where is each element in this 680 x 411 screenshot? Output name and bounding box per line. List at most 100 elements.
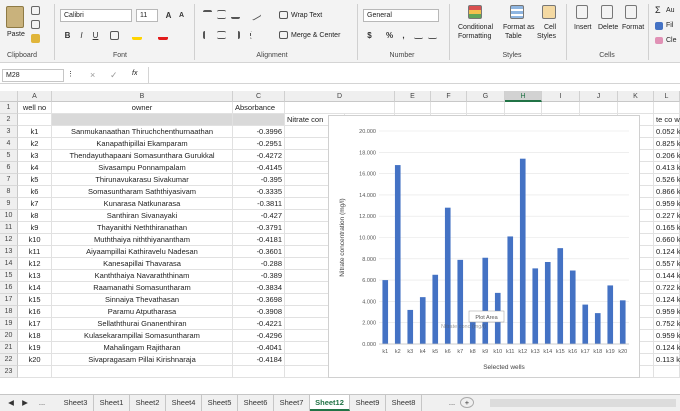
horizontal-scrollbar[interactable] xyxy=(490,399,676,407)
row-header-12[interactable]: 12 xyxy=(0,234,18,246)
row-header-6[interactable]: 6 xyxy=(0,162,18,174)
owner-cell[interactable]: Raamanathi Somasuntharam xyxy=(52,282,233,294)
absorbance-cell[interactable]: -0.4184 xyxy=(233,354,285,366)
format-button[interactable]: Format xyxy=(622,24,644,31)
row-header-13[interactable]: 13 xyxy=(0,246,18,258)
well-no-cell[interactable]: k5 xyxy=(18,174,52,186)
owner-cell[interactable]: Sinnaiya Thevathasan xyxy=(52,294,233,306)
autosum-button[interactable]: Au xyxy=(666,7,675,14)
column-header-e[interactable]: E xyxy=(395,91,431,102)
owner-cell[interactable]: Paramu Atputharasa xyxy=(52,306,233,318)
currency-button[interactable]: $ xyxy=(364,30,375,41)
absorbance-cell[interactable]: -0.3698 xyxy=(233,294,285,306)
absorbance-cell[interactable]: -0.4296 xyxy=(233,330,285,342)
well-no-cell[interactable]: k11 xyxy=(18,246,52,258)
absorbance-cell[interactable]: -0.3811 xyxy=(233,198,285,210)
owner-cell[interactable]: Kanesapillai Thavarasa xyxy=(52,258,233,270)
column-header-l[interactable]: L xyxy=(654,91,680,102)
absorbance-cell[interactable]: -0.3908 xyxy=(233,306,285,318)
bold-button[interactable]: B xyxy=(62,30,73,41)
nitrate-value-cell[interactable]: 0.722 k14 xyxy=(654,282,680,294)
delete-button[interactable]: Delete xyxy=(598,24,618,31)
owner-cell[interactable]: Sivapragasam Pillai Kirishnaraja xyxy=(52,354,233,366)
shaded-cell[interactable] xyxy=(52,114,233,126)
font-color-icon[interactable] xyxy=(158,31,168,40)
nitrate-value-cell[interactable]: 0.959 k18 xyxy=(654,330,680,342)
increase-decimal-icon[interactable] xyxy=(414,32,423,39)
absorbance-cell[interactable]: -0.3834 xyxy=(233,282,285,294)
grid-cell[interactable] xyxy=(467,102,505,114)
well-no-cell[interactable]: k12 xyxy=(18,258,52,270)
row-header-5[interactable]: 5 xyxy=(0,150,18,162)
sheet-tab-sheet3[interactable]: Sheet3 xyxy=(58,395,94,411)
row-header-1[interactable]: 1 xyxy=(0,102,18,114)
owner-cell[interactable]: Sanmukanaathan Thiruchchenthurnaathan xyxy=(52,126,233,138)
well-no-cell[interactable]: k9 xyxy=(18,222,52,234)
row-header-9[interactable]: 9 xyxy=(0,198,18,210)
insert-function-icon[interactable]: fx xyxy=(132,70,137,77)
row-header-16[interactable]: 16 xyxy=(0,282,18,294)
row-header-20[interactable]: 20 xyxy=(0,330,18,342)
row-header-7[interactable]: 7 xyxy=(0,174,18,186)
row-header-10[interactable]: 10 xyxy=(0,210,18,222)
paste-icon[interactable] xyxy=(6,6,24,28)
row-header-18[interactable]: 18 xyxy=(0,306,18,318)
well-no-cell[interactable]: k7 xyxy=(18,198,52,210)
font-size-select[interactable]: 11 xyxy=(136,9,158,22)
nitrate-value-cell[interactable]: 0.866 k6 xyxy=(654,186,680,198)
absorbance-cell[interactable]: -0.4272 xyxy=(233,150,285,162)
cell-styles-button[interactable]: Cell xyxy=(544,24,556,31)
grid-cell[interactable] xyxy=(18,366,52,378)
row-header-4[interactable]: 4 xyxy=(0,138,18,150)
absorbance-cell[interactable]: -0.4145 xyxy=(233,162,285,174)
well-no-cell[interactable]: k6 xyxy=(18,186,52,198)
borders-icon[interactable] xyxy=(110,31,119,40)
column-header-i[interactable]: I xyxy=(542,91,580,102)
align-left-icon[interactable] xyxy=(203,31,212,39)
owner-cell[interactable]: Santhiran Sivanayaki xyxy=(52,210,233,222)
grid-cell[interactable] xyxy=(18,114,52,126)
owner-cell[interactable]: Mahalingam Rajitharan xyxy=(52,342,233,354)
row-header-19[interactable]: 19 xyxy=(0,318,18,330)
grid-cell[interactable] xyxy=(505,102,542,114)
well-no-cell[interactable]: k4 xyxy=(18,162,52,174)
row-header-14[interactable]: 14 xyxy=(0,258,18,270)
fill-button[interactable]: Fil xyxy=(666,22,673,29)
select-all-button[interactable] xyxy=(0,91,18,102)
grid-cell[interactable] xyxy=(542,102,580,114)
nitrate-value-cell[interactable]: 0.124 k11 xyxy=(654,246,680,258)
prev-sheet-icon[interactable]: ◀ xyxy=(4,395,18,411)
tabs-ellipsis-left[interactable]: ... xyxy=(32,395,52,411)
comma-button[interactable]: , xyxy=(398,30,409,41)
grid-cell[interactable] xyxy=(395,102,431,114)
owner-cell[interactable]: Kanththaiya Navaraththinam xyxy=(52,270,233,282)
nitrate-value-cell[interactable]: 0.959 k16 xyxy=(654,306,680,318)
header-absorbance[interactable]: Absorbance xyxy=(233,102,285,114)
owner-cell[interactable]: Thirunavukarasu Sivakumar xyxy=(52,174,233,186)
nitrate-value-cell[interactable]: 0.165 k9 xyxy=(654,222,680,234)
nitrate-value-cell[interactable]: 0.557 k12 xyxy=(654,258,680,270)
absorbance-cell[interactable]: -0.288 xyxy=(233,258,285,270)
clear-button[interactable]: Cle xyxy=(666,37,677,44)
formula-input[interactable] xyxy=(148,67,678,83)
sheet-tab-sheet5[interactable]: Sheet5 xyxy=(202,395,238,411)
grid-cell[interactable] xyxy=(431,102,467,114)
number-format-select[interactable]: General xyxy=(363,9,439,22)
grid-cell[interactable] xyxy=(233,366,285,378)
row-header-8[interactable]: 8 xyxy=(0,186,18,198)
owner-cell[interactable]: Kulasekarampillai Somasuntharam xyxy=(52,330,233,342)
copy-icon[interactable] xyxy=(31,20,40,29)
absorbance-cell[interactable]: -0.3601 xyxy=(233,246,285,258)
owner-cell[interactable]: Muththaiya niththiyanantham xyxy=(52,234,233,246)
absorbance-cell[interactable]: -0.427 xyxy=(233,210,285,222)
absorbance-cell[interactable]: -0.3791 xyxy=(233,222,285,234)
owner-cell[interactable]: Kanapathipillai Ekamparam xyxy=(52,138,233,150)
decrease-decimal-icon[interactable] xyxy=(428,32,437,39)
insert-button[interactable]: Insert xyxy=(574,24,592,31)
add-sheet-button[interactable]: + xyxy=(460,397,474,408)
header-nitrate-wells[interactable]: te co wells xyxy=(654,114,680,126)
font-name-select[interactable]: Calibri xyxy=(60,9,132,22)
column-header-c[interactable]: C xyxy=(233,91,285,102)
nitrate-value-cell[interactable]: 0.052 k1 xyxy=(654,126,680,138)
sheet-tab-sheet1[interactable]: Sheet1 xyxy=(94,395,130,411)
